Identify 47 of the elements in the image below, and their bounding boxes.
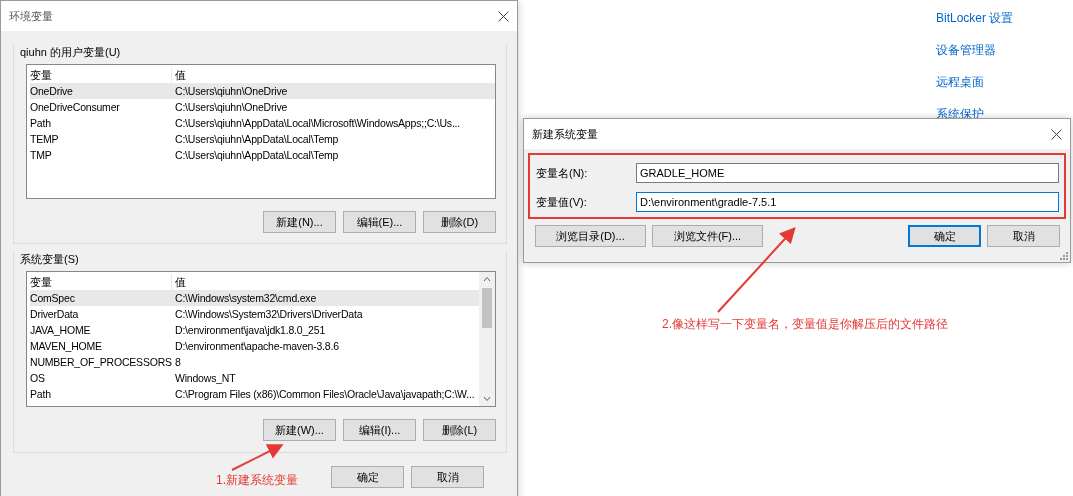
- dialog-button[interactable]: 浏览文件(F)...: [652, 225, 763, 247]
- list-row[interactable]: ComSpec C:\Windows\system32\cmd.exe: [30, 290, 479, 306]
- annotation-text: 2.像这样写一下变量名，变量值是你解压后的文件路径: [662, 316, 948, 333]
- list-row[interactable]: DriverData C:\Windows\System32\Drivers\DriverData: [30, 306, 479, 322]
- window-title: 环境变量: [9, 8, 53, 24]
- annotation-text: 1.新建系统变量: [216, 472, 298, 489]
- list-row[interactable]: JAVA_HOME D:\environment\java\jdk1.8.0_251: [30, 322, 479, 338]
- list-row[interactable]: OneDriveConsumer C:\Users\qiuhn\OneDrive: [30, 99, 495, 115]
- dialog-button[interactable]: 编辑(I)...: [343, 419, 416, 441]
- dialog-button[interactable]: 新建(N)...: [263, 211, 336, 233]
- dialog-button[interactable]: 确定: [908, 225, 981, 247]
- settings-link[interactable]: 远程桌面: [936, 74, 1014, 91]
- input-field[interactable]: GRADLE_HOME: [636, 163, 1059, 183]
- list-row[interactable]: Path C:\Users\qiuhn\AppData\Local\Microsoft\WindowsApps;;C:\Us...: [30, 115, 495, 131]
- close-icon[interactable]: [1051, 128, 1062, 140]
- settings-link[interactable]: BitLocker 设置: [936, 10, 1014, 27]
- close-icon[interactable]: [498, 10, 509, 22]
- scroll-up-icon[interactable]: [483, 276, 491, 282]
- resize-grip-icon[interactable]: [1060, 252, 1068, 260]
- list-row[interactable]: MAVEN_HOME D:\environment\apache-maven-3.8.6: [30, 338, 479, 354]
- window-title: 新建系统变量: [532, 126, 598, 142]
- field-label: 变量名(N):: [536, 165, 589, 181]
- input-field[interactable]: D:\environment\gradle-7.5.1: [636, 192, 1059, 212]
- dialog-button[interactable]: 新建(W)...: [263, 419, 336, 441]
- annotation-arrow: [231, 444, 284, 471]
- column-header[interactable]: 变量: [30, 67, 171, 83]
- list-row[interactable]: NUMBER_OF_PROCESSORS 8: [30, 354, 479, 370]
- scrollbar[interactable]: [479, 272, 495, 406]
- dialog-button[interactable]: 取消: [411, 466, 484, 488]
- list-row[interactable]: OS Windows_NT: [30, 370, 479, 386]
- list-row[interactable]: Path C:\Program Files (x86)\Common Files\Oracle\Java\javapath;C:\W...: [30, 386, 479, 402]
- scrollbar-thumb[interactable]: [482, 288, 492, 328]
- settings-link[interactable]: 设备管理器: [936, 42, 1014, 59]
- field-label: 变量值(V):: [536, 194, 588, 210]
- list-row[interactable]: TMP C:\Users\qiuhn\AppData\Local\Temp: [30, 147, 495, 163]
- group-label: qiuhn 的用户变量(U): [20, 45, 122, 59]
- scroll-down-icon[interactable]: [483, 396, 491, 402]
- dialog-button[interactable]: 浏览目录(D)...: [535, 225, 646, 247]
- column-header[interactable]: 变量: [30, 274, 171, 290]
- dialog-button[interactable]: 删除(L): [423, 419, 496, 441]
- list-row[interactable]: OneDrive C:\Users\qiuhn\OneDrive: [30, 83, 495, 99]
- list-row[interactable]: TEMP C:\Users\qiuhn\AppData\Local\Temp: [30, 131, 495, 147]
- dialog-button[interactable]: 编辑(E)...: [343, 211, 416, 233]
- dialog-button[interactable]: 确定: [331, 466, 404, 488]
- dialog-button[interactable]: 删除(D): [423, 211, 496, 233]
- group-label: 系统变量(S): [20, 252, 80, 266]
- dialog-button[interactable]: 取消: [987, 225, 1060, 247]
